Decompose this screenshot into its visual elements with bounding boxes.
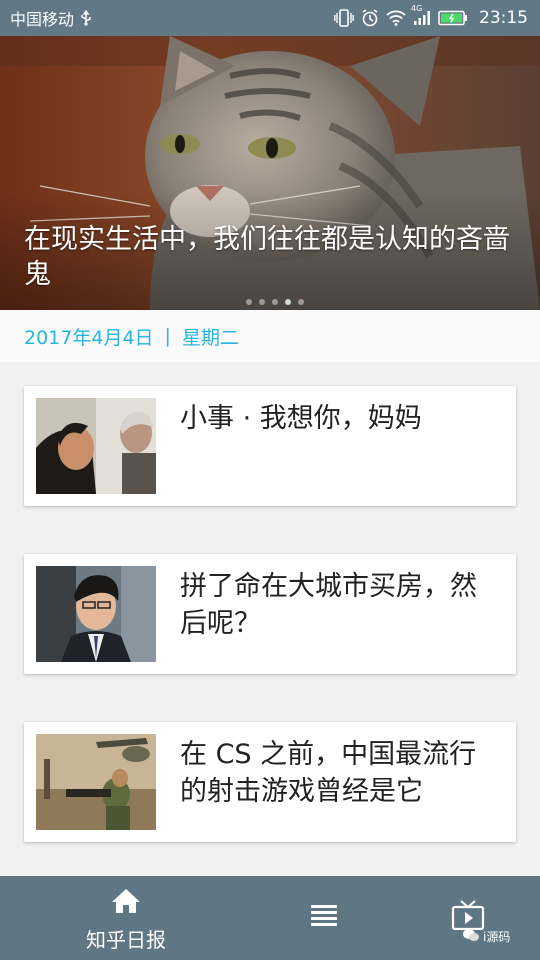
story-title: 拼了命在大城市买房，然后呢？ — [180, 571, 477, 639]
date-label: 2017年4月4日 — [24, 326, 154, 349]
hero-banner[interactable]: 在现实生活中，我们往往都是认知的吝啬鬼 — [0, 36, 540, 310]
vibrate-icon — [334, 9, 354, 27]
clock-time: 23:15 — [479, 8, 528, 28]
page-dot — [246, 299, 252, 305]
list-icon — [311, 905, 337, 930]
carrier-label: 中国移动 — [10, 10, 75, 29]
wifi-icon — [386, 10, 406, 26]
alarm-icon — [361, 9, 379, 27]
page-dot-active — [285, 299, 291, 305]
watermark-text: i源码 — [483, 930, 511, 944]
hero-title[interactable]: 在现实生活中，我们往往都是认知的吝啬鬼 — [24, 222, 524, 292]
story-thumbnail — [36, 566, 156, 662]
page-dot — [272, 299, 278, 305]
story-thumbnail — [36, 734, 156, 830]
nav-home-label: 知乎日报 — [86, 928, 166, 952]
hero-page-indicator — [246, 299, 304, 305]
weekday-label: 星期二 — [181, 326, 239, 349]
story-title: 小事 · 我想你，妈妈 — [180, 403, 422, 434]
story-card[interactable]: 在 CS 之前，中国最流行的射击游戏曾经是它 — [24, 722, 516, 842]
nav-list-button[interactable] — [311, 904, 337, 930]
page-dot — [259, 299, 265, 305]
story-card[interactable]: 小事 · 我想你，妈妈 — [24, 386, 516, 506]
network-badge: 4G — [411, 4, 423, 13]
story-thumbnail — [36, 398, 156, 494]
watermark: i源码 — [462, 928, 510, 945]
story-card[interactable]: 拼了命在大城市买房，然后呢？ — [24, 554, 516, 674]
home-icon — [83, 888, 169, 918]
signal-icon: 4G — [411, 4, 431, 26]
date-separator: | — [164, 325, 171, 347]
wechat-icon — [462, 928, 480, 945]
date-header: 2017年4月4日 | 星期二 — [0, 310, 540, 362]
page-dot — [298, 299, 304, 305]
nav-home-button[interactable]: 知乎日报 — [83, 888, 169, 953]
usb-icon — [80, 10, 92, 26]
battery-icon — [438, 10, 468, 26]
status-bar: 中国移动 4G 23:15 — [0, 0, 540, 36]
story-title: 在 CS 之前，中国最流行的射击游戏曾经是它 — [180, 739, 477, 807]
bottom-navigation: 知乎日报 — [0, 876, 540, 960]
